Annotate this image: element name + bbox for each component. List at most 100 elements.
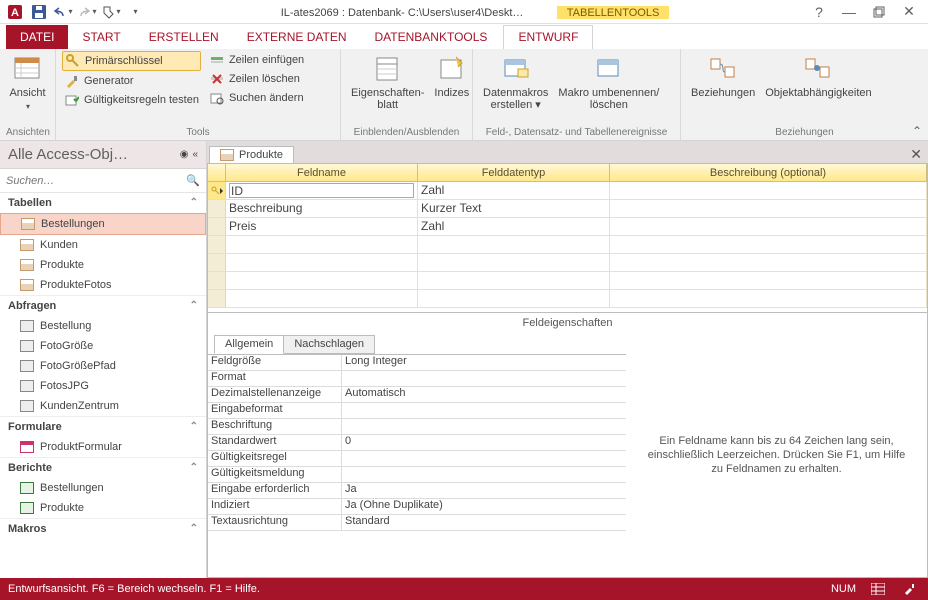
prop-row[interactable]: Eingabeformat: [208, 403, 626, 419]
prop-value[interactable]: [342, 371, 626, 386]
nav-group-tabellen[interactable]: Tabellen⌃: [0, 193, 206, 213]
prop-value[interactable]: Ja (Ohne Duplikate): [342, 499, 626, 514]
prop-row[interactable]: Eingabe erforderlichJa: [208, 483, 626, 499]
tab-file[interactable]: DATEI: [6, 25, 68, 49]
format-painter-icon[interactable]: ▾: [100, 2, 122, 22]
qat-customize[interactable]: ▾: [124, 2, 146, 22]
tab-erstellen[interactable]: ERSTELLEN: [135, 26, 233, 49]
nav-group-makros[interactable]: Makros⌃: [0, 518, 206, 539]
tab-start[interactable]: START: [68, 26, 134, 49]
nav-filter-icon[interactable]: ◉: [180, 149, 189, 160]
nav-header[interactable]: Alle Access-Obj… ◉ «: [0, 141, 206, 169]
feldname-input[interactable]: [229, 183, 414, 198]
prop-row[interactable]: IndiziertJa (Ohne Duplikate): [208, 499, 626, 515]
cell-datentyp[interactable]: Kurzer Text: [418, 200, 610, 217]
nav-item-kunden[interactable]: Kunden: [0, 235, 206, 255]
tab-nachschlagen[interactable]: Nachschlagen: [283, 335, 375, 354]
prop-row[interactable]: Beschriftung: [208, 419, 626, 435]
help-button[interactable]: ?: [808, 2, 830, 22]
nav-item-produktefotos[interactable]: ProdukteFotos: [0, 275, 206, 295]
datenmakros-button[interactable]: Datenmakros erstellen ▾: [479, 51, 552, 113]
suchen-aendern-button[interactable]: Suchen ändern: [207, 89, 306, 107]
row-selector[interactable]: [208, 254, 226, 271]
zeilen-loeschen-button[interactable]: Zeilen löschen: [207, 70, 306, 88]
grid-rows[interactable]: Zahl BeschreibungKurzer Text PreisZahl: [208, 182, 927, 312]
nav-item-produktformular[interactable]: ProduktFormular: [0, 437, 206, 457]
col-feldname[interactable]: Feldname: [226, 164, 418, 181]
prop-value[interactable]: [342, 419, 626, 434]
nav-item-fotosjpg[interactable]: FotosJPG: [0, 376, 206, 396]
datasheet-view-button[interactable]: [868, 581, 888, 597]
nav-item-kundenzentrum[interactable]: KundenZentrum: [0, 396, 206, 416]
cell-datentyp[interactable]: Zahl: [418, 182, 610, 199]
minimize-button[interactable]: —: [838, 2, 860, 22]
table-row[interactable]: [208, 290, 927, 308]
table-row[interactable]: BeschreibungKurzer Text: [208, 200, 927, 218]
row-selector[interactable]: [208, 272, 226, 289]
prop-row[interactable]: Gültigkeitsregel: [208, 451, 626, 467]
row-selector-header[interactable]: [208, 164, 226, 181]
prop-value[interactable]: Automatisch: [342, 387, 626, 402]
prop-value[interactable]: Standard: [342, 515, 626, 530]
nav-item-fotogroesse[interactable]: FotoGröße: [0, 336, 206, 356]
primaerschluessel-button[interactable]: Primärschlüssel: [62, 51, 201, 71]
ansicht-button[interactable]: Ansicht▾: [6, 51, 49, 115]
gueltigkeitsregeln-button[interactable]: Gültigkeitsregeln testen: [62, 91, 201, 109]
eigenschaftenblatt-button[interactable]: Eigenschaften- blatt: [347, 51, 428, 113]
nav-item-r-bestellungen[interactable]: Bestellungen: [0, 478, 206, 498]
beziehungen-button[interactable]: Beziehungen: [687, 51, 759, 101]
nav-item-bestellung-q[interactable]: Bestellung: [0, 316, 206, 336]
save-button[interactable]: [28, 2, 50, 22]
cell-feldname[interactable]: [226, 182, 418, 199]
prop-row[interactable]: Standardwert0: [208, 435, 626, 451]
prop-row[interactable]: TextausrichtungStandard: [208, 515, 626, 531]
row-selector[interactable]: [208, 200, 226, 217]
search-icon[interactable]: 🔍: [186, 174, 200, 187]
prop-row[interactable]: FeldgrößeLong Integer: [208, 355, 626, 371]
cell-beschreibung[interactable]: [610, 200, 927, 217]
prop-value[interactable]: 0: [342, 435, 626, 450]
restore-button[interactable]: [868, 2, 890, 22]
tab-allgemein[interactable]: Allgemein: [214, 335, 284, 354]
prop-value[interactable]: Long Integer: [342, 355, 626, 370]
redo-button[interactable]: ▾: [76, 2, 98, 22]
search-input[interactable]: [6, 175, 186, 187]
row-selector[interactable]: [208, 182, 226, 199]
makro-umbenennen-button[interactable]: Makro umbenennen/ löschen: [554, 51, 663, 113]
design-view-button[interactable]: [900, 581, 920, 597]
nav-collapse-icon[interactable]: «: [192, 149, 198, 160]
col-datentyp[interactable]: Felddatentyp: [418, 164, 610, 181]
row-selector[interactable]: [208, 236, 226, 253]
doc-tab-produkte[interactable]: Produkte: [209, 146, 294, 163]
nav-group-abfragen[interactable]: Abfragen⌃: [0, 295, 206, 316]
prop-value[interactable]: [342, 403, 626, 418]
generator-button[interactable]: Generator: [62, 72, 201, 90]
tab-entwurf[interactable]: ENTWURF: [503, 25, 593, 49]
nav-item-bestellungen[interactable]: Bestellungen: [0, 213, 206, 235]
table-row[interactable]: [208, 236, 927, 254]
cell-beschreibung[interactable]: [610, 182, 927, 199]
cell-feldname[interactable]: Beschreibung: [226, 200, 418, 217]
col-beschreibung[interactable]: Beschreibung (optional): [610, 164, 927, 181]
prop-value[interactable]: Ja: [342, 483, 626, 498]
prop-row[interactable]: Gültigkeitsmeldung: [208, 467, 626, 483]
prop-value[interactable]: [342, 467, 626, 482]
nav-group-berichte[interactable]: Berichte⌃: [0, 457, 206, 478]
access-app-icon[interactable]: A: [4, 2, 26, 22]
row-selector[interactable]: [208, 290, 226, 307]
prop-row[interactable]: Format: [208, 371, 626, 387]
undo-button[interactable]: ▾: [52, 2, 74, 22]
cell-beschreibung[interactable]: [610, 218, 927, 235]
nav-group-formulare[interactable]: Formulare⌃: [0, 416, 206, 437]
nav-item-fotogroessepfad[interactable]: FotoGrößePfad: [0, 356, 206, 376]
table-row[interactable]: [208, 254, 927, 272]
objektabhaengigkeiten-button[interactable]: Objektabhängigkeiten: [761, 51, 875, 101]
table-row[interactable]: PreisZahl: [208, 218, 927, 236]
row-selector[interactable]: [208, 218, 226, 235]
table-row[interactable]: [208, 272, 927, 290]
zeilen-einfuegen-button[interactable]: Zeilen einfügen: [207, 51, 306, 69]
indizes-button[interactable]: Indizes: [430, 51, 473, 113]
doc-close-button[interactable]: ✕: [904, 146, 928, 163]
tab-datenbanktools[interactable]: DATENBANKTOOLS: [361, 26, 502, 49]
collapse-ribbon-button[interactable]: ⌃: [912, 124, 922, 138]
